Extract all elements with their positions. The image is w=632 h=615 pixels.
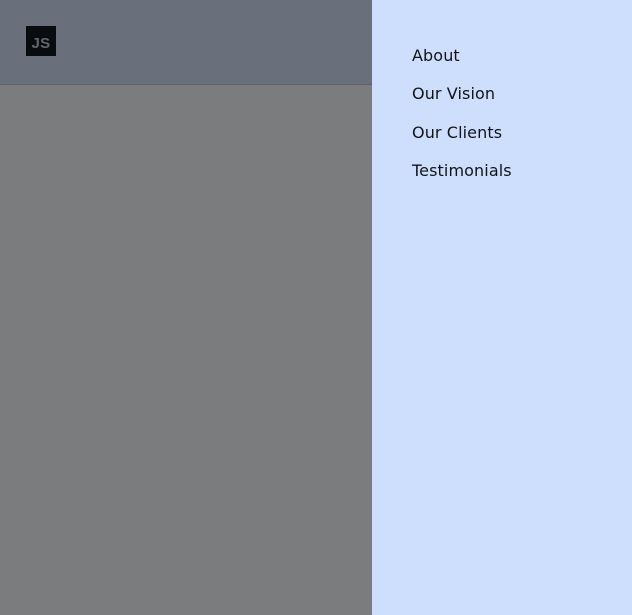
nav-item-our-clients[interactable]: Our Clients [412, 113, 512, 152]
nav-menu: About Our Vision Our Clients Testimonial… [412, 36, 512, 190]
nav-item-testimonials[interactable]: Testimonials [412, 152, 512, 191]
nav-item-about[interactable]: About [412, 36, 512, 75]
nav-item-label[interactable]: About [412, 46, 460, 65]
nav-item-label[interactable]: Testimonials [412, 161, 512, 180]
page: JS About Our Vision Our Clients Testimon… [0, 0, 632, 615]
nav-item-our-vision[interactable]: Our Vision [412, 75, 512, 114]
navigation-drawer: About Our Vision Our Clients Testimonial… [372, 0, 632, 615]
nav-item-label[interactable]: Our Vision [412, 84, 495, 103]
nav-item-label[interactable]: Our Clients [412, 123, 502, 142]
